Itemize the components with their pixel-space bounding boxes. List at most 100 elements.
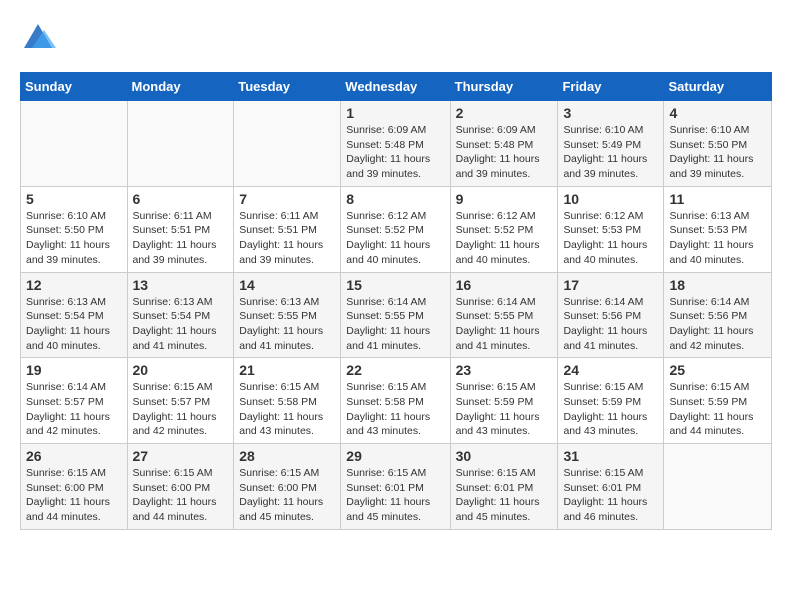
weekday-header: Wednesday xyxy=(341,73,450,101)
weekday-header: Friday xyxy=(558,73,664,101)
day-number: 30 xyxy=(456,448,553,464)
calendar-header-row: SundayMondayTuesdayWednesdayThursdayFrid… xyxy=(21,73,772,101)
day-number: 8 xyxy=(346,191,444,207)
calendar-cell: 16 Sunrise: 6:14 AM Sunset: 5:55 PM Dayli… xyxy=(450,272,558,358)
day-number: 2 xyxy=(456,105,553,121)
calendar-cell: 7Sunrise: 6:11 AM Sunset: 5:51 PM Daylig… xyxy=(234,186,341,272)
calendar-cell: 15 Sunrise: 6:14 AM Sunset: 5:55 PM Dayli… xyxy=(341,272,450,358)
day-number: 13 xyxy=(133,277,229,293)
day-number: 18 xyxy=(669,277,766,293)
header xyxy=(20,20,772,56)
weekday-header: Sunday xyxy=(21,73,128,101)
calendar-cell: 11 Sunrise: 6:13 AM Sunset: 5:53 PM Dayli… xyxy=(664,186,772,272)
calendar-cell: 20 Sunrise: 6:15 AM Sunset: 5:57 PM Dayli… xyxy=(127,358,234,444)
day-number: 5 xyxy=(26,191,122,207)
calendar-cell: 9Sunrise: 6:12 AM Sunset: 5:52 PM Daylig… xyxy=(450,186,558,272)
day-number: 6 xyxy=(133,191,229,207)
calendar-cell: 5 Sunrise: 6:10 AM Sunset: 5:50 PM Daylig… xyxy=(21,186,128,272)
day-number: 31 xyxy=(563,448,658,464)
day-info: Sunrise: 6:14 AM Sunset: 5:57 PM Dayligh… xyxy=(26,380,122,439)
day-number: 29 xyxy=(346,448,444,464)
calendar-week-row: 1 Sunrise: 6:09 AM Sunset: 5:48 PM Daylig… xyxy=(21,101,772,187)
day-info: Sunrise: 6:14 AM Sunset: 5:55 PM Dayligh… xyxy=(456,295,553,354)
calendar-cell: 14 Sunrise: 6:13 AM Sunset: 5:55 PM Dayli… xyxy=(234,272,341,358)
day-number: 24 xyxy=(563,362,658,378)
day-number: 4 xyxy=(669,105,766,121)
day-info: Sunrise: 6:14 AM Sunset: 5:56 PM Dayligh… xyxy=(563,295,658,354)
day-info: Sunrise: 6:09 AM Sunset: 5:48 PM Dayligh… xyxy=(456,123,553,182)
day-number: 17 xyxy=(563,277,658,293)
day-info: Sunrise: 6:15 AM Sunset: 6:01 PM Dayligh… xyxy=(563,466,658,525)
weekday-header: Thursday xyxy=(450,73,558,101)
day-number: 11 xyxy=(669,191,766,207)
calendar-cell: 31 Sunrise: 6:15 AM Sunset: 6:01 PM Dayli… xyxy=(558,444,664,530)
day-number: 20 xyxy=(133,362,229,378)
day-info: Sunrise: 6:15 AM Sunset: 5:59 PM Dayligh… xyxy=(669,380,766,439)
calendar-cell: 6 Sunrise: 6:11 AM Sunset: 5:51 PM Daylig… xyxy=(127,186,234,272)
calendar-cell: 29 Sunrise: 6:15 AM Sunset: 6:01 PM Dayli… xyxy=(341,444,450,530)
calendar-cell: 4 Sunrise: 6:10 AM Sunset: 5:50 PM Daylig… xyxy=(664,101,772,187)
day-number: 12 xyxy=(26,277,122,293)
day-info: Sunrise: 6:15 AM Sunset: 5:57 PM Dayligh… xyxy=(133,380,229,439)
calendar-cell: 25 Sunrise: 6:15 AM Sunset: 5:59 PM Dayli… xyxy=(664,358,772,444)
calendar-cell: 24 Sunrise: 6:15 AM Sunset: 5:59 PM Dayli… xyxy=(558,358,664,444)
day-info: Sunrise: 6:10 AM Sunset: 5:50 PM Dayligh… xyxy=(26,209,122,268)
day-number: 19 xyxy=(26,362,122,378)
day-number: 23 xyxy=(456,362,553,378)
calendar-week-row: 26 Sunrise: 6:15 AM Sunset: 6:00 PM Dayli… xyxy=(21,444,772,530)
day-info: Sunrise: 6:13 AM Sunset: 5:54 PM Dayligh… xyxy=(26,295,122,354)
day-number: 26 xyxy=(26,448,122,464)
calendar-cell: 28 Sunrise: 6:15 AM Sunset: 6:00 PM Dayli… xyxy=(234,444,341,530)
calendar-cell: 17 Sunrise: 6:14 AM Sunset: 5:56 PM Dayli… xyxy=(558,272,664,358)
day-number: 1 xyxy=(346,105,444,121)
day-number: 22 xyxy=(346,362,444,378)
day-info: Sunrise: 6:15 AM Sunset: 5:58 PM Dayligh… xyxy=(239,380,335,439)
day-info: Sunrise: 6:13 AM Sunset: 5:55 PM Dayligh… xyxy=(239,295,335,354)
day-number: 28 xyxy=(239,448,335,464)
day-info: Sunrise: 6:12 AM Sunset: 5:52 PM Dayligh… xyxy=(456,209,553,268)
day-info: Sunrise: 6:15 AM Sunset: 6:00 PM Dayligh… xyxy=(133,466,229,525)
calendar-cell: 13Sunrise: 6:13 AM Sunset: 5:54 PM Dayli… xyxy=(127,272,234,358)
calendar-cell: 19 Sunrise: 6:14 AM Sunset: 5:57 PM Dayli… xyxy=(21,358,128,444)
day-info: Sunrise: 6:10 AM Sunset: 5:49 PM Dayligh… xyxy=(563,123,658,182)
calendar-cell xyxy=(664,444,772,530)
calendar-cell: 27 Sunrise: 6:15 AM Sunset: 6:00 PM Dayli… xyxy=(127,444,234,530)
day-info: Sunrise: 6:14 AM Sunset: 5:56 PM Dayligh… xyxy=(669,295,766,354)
day-number: 10 xyxy=(563,191,658,207)
day-info: Sunrise: 6:15 AM Sunset: 6:00 PM Dayligh… xyxy=(26,466,122,525)
day-info: Sunrise: 6:12 AM Sunset: 5:53 PM Dayligh… xyxy=(563,209,658,268)
day-number: 14 xyxy=(239,277,335,293)
day-info: Sunrise: 6:15 AM Sunset: 5:59 PM Dayligh… xyxy=(563,380,658,439)
calendar-cell: 2 Sunrise: 6:09 AM Sunset: 5:48 PM Daylig… xyxy=(450,101,558,187)
calendar-cell: 30Sunrise: 6:15 AM Sunset: 6:01 PM Dayli… xyxy=(450,444,558,530)
day-info: Sunrise: 6:15 AM Sunset: 6:00 PM Dayligh… xyxy=(239,466,335,525)
calendar-cell xyxy=(234,101,341,187)
day-number: 3 xyxy=(563,105,658,121)
calendar-week-row: 12 Sunrise: 6:13 AM Sunset: 5:54 PM Dayli… xyxy=(21,272,772,358)
day-info: Sunrise: 6:15 AM Sunset: 6:01 PM Dayligh… xyxy=(346,466,444,525)
calendar-cell: 26 Sunrise: 6:15 AM Sunset: 6:00 PM Dayli… xyxy=(21,444,128,530)
day-info: Sunrise: 6:09 AM Sunset: 5:48 PM Dayligh… xyxy=(346,123,444,182)
calendar-cell xyxy=(21,101,128,187)
calendar-cell: 23 Sunrise: 6:15 AM Sunset: 5:59 PM Dayli… xyxy=(450,358,558,444)
calendar-cell: 21 Sunrise: 6:15 AM Sunset: 5:58 PM Dayli… xyxy=(234,358,341,444)
calendar-cell: 3 Sunrise: 6:10 AM Sunset: 5:49 PM Daylig… xyxy=(558,101,664,187)
day-info: Sunrise: 6:14 AM Sunset: 5:55 PM Dayligh… xyxy=(346,295,444,354)
day-info: Sunrise: 6:15 AM Sunset: 5:59 PM Dayligh… xyxy=(456,380,553,439)
weekday-header: Tuesday xyxy=(234,73,341,101)
day-number: 15 xyxy=(346,277,444,293)
day-info: Sunrise: 6:12 AM Sunset: 5:52 PM Dayligh… xyxy=(346,209,444,268)
calendar-cell: 12 Sunrise: 6:13 AM Sunset: 5:54 PM Dayli… xyxy=(21,272,128,358)
day-number: 16 xyxy=(456,277,553,293)
day-number: 25 xyxy=(669,362,766,378)
calendar-cell: 18 Sunrise: 6:14 AM Sunset: 5:56 PM Dayli… xyxy=(664,272,772,358)
day-info: Sunrise: 6:13 AM Sunset: 5:53 PM Dayligh… xyxy=(669,209,766,268)
day-number: 27 xyxy=(133,448,229,464)
day-number: 21 xyxy=(239,362,335,378)
day-info: Sunrise: 6:11 AM Sunset: 5:51 PM Dayligh… xyxy=(239,209,335,268)
day-info: Sunrise: 6:11 AM Sunset: 5:51 PM Dayligh… xyxy=(133,209,229,268)
calendar-cell: 8 Sunrise: 6:12 AM Sunset: 5:52 PM Daylig… xyxy=(341,186,450,272)
calendar-week-row: 19 Sunrise: 6:14 AM Sunset: 5:57 PM Dayli… xyxy=(21,358,772,444)
day-info: Sunrise: 6:10 AM Sunset: 5:50 PM Dayligh… xyxy=(669,123,766,182)
calendar-cell: 22Sunrise: 6:15 AM Sunset: 5:58 PM Dayli… xyxy=(341,358,450,444)
